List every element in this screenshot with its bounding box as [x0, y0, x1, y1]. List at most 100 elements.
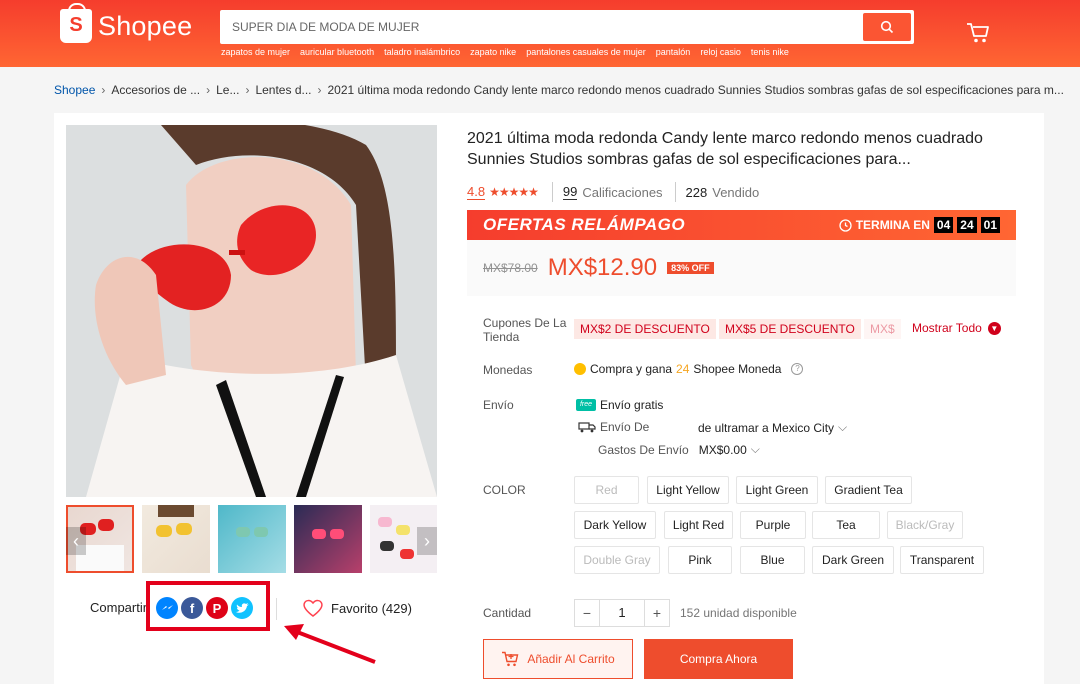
- thumbnail-prev-button[interactable]: ‹: [66, 527, 86, 555]
- color-option[interactable]: Tea: [812, 511, 880, 539]
- color-option[interactable]: Black/Gray: [887, 511, 963, 539]
- suggestion-link[interactable]: taladro inalámbrico: [384, 47, 460, 57]
- chevron-down-icon: ⌵: [838, 420, 848, 434]
- search-icon: [880, 20, 894, 34]
- ship-from: Envío De: [578, 420, 649, 434]
- buy-now-label: Compra Ahora: [679, 652, 758, 666]
- share-divider: [276, 598, 277, 620]
- increase-button[interactable]: +: [645, 600, 669, 626]
- shopee-logo[interactable]: S Shopee: [60, 3, 193, 43]
- add-to-cart-button[interactable]: Añadir Al Carrito: [483, 639, 633, 679]
- suggestion-link[interactable]: zapatos de mujer: [221, 47, 290, 57]
- ship-cost-label: Gastos De Envío: [598, 442, 689, 457]
- add-cart-icon: [502, 651, 519, 667]
- suggestion-link[interactable]: auricular bluetooth: [300, 47, 374, 57]
- chevron-right-icon: ›: [317, 83, 322, 97]
- color-option[interactable]: Light Yellow: [647, 476, 729, 504]
- suggestion-link[interactable]: reloj casio: [700, 47, 741, 57]
- breadcrumb-link[interactable]: Accesorios de ...: [111, 83, 200, 97]
- annotation-arrow: [284, 624, 376, 664]
- coupons-label: Cupones De La Tienda: [483, 316, 567, 344]
- rating-score[interactable]: 4.8: [467, 184, 486, 200]
- color-option[interactable]: Dark Green: [812, 546, 894, 574]
- thumbnail[interactable]: [142, 505, 210, 573]
- suggestion-link[interactable]: pantalones casuales de mujer: [526, 47, 646, 57]
- coupon-badge[interactable]: MX$2 DE DESCUENTO: [574, 319, 716, 339]
- logo-text: Shopee: [98, 10, 193, 41]
- search-suggestions: zapatos de mujer auricular bluetooth tal…: [221, 47, 789, 57]
- star-icons: ★★★★★: [489, 185, 539, 199]
- quantity-label: Cantidad: [483, 606, 532, 620]
- product-main-image[interactable]: [66, 125, 437, 497]
- rating-row: 4.8 ★★★★★ 99 Calificaciones 228 Vendido: [467, 182, 771, 202]
- color-label: COLOR: [483, 483, 526, 497]
- breadcrumb-link[interactable]: Le...: [216, 83, 239, 97]
- color-option[interactable]: Red: [574, 476, 639, 504]
- ratings-label: Calificaciones: [582, 184, 663, 200]
- search-button[interactable]: [863, 13, 911, 41]
- coupon-badge[interactable]: MX$5 DE DESCUENTO: [719, 319, 861, 339]
- stock-available: 152 unidad disponible: [680, 606, 797, 620]
- ship-from-label: Envío De: [600, 420, 650, 434]
- original-price: MX$78.00: [483, 261, 538, 275]
- coupon-badge[interactable]: MX$: [864, 319, 901, 339]
- suggestion-link[interactable]: pantalón: [656, 47, 691, 57]
- product-photo: [66, 125, 437, 497]
- chevron-down-icon: ▼: [987, 321, 1001, 335]
- ratings-count[interactable]: 99: [562, 184, 578, 200]
- ship-cost: Gastos De Envío MX$0.00 ⌵: [598, 442, 760, 457]
- chevron-left-icon: ‹: [73, 531, 79, 551]
- search-input[interactable]: [223, 13, 863, 41]
- heart-icon: [303, 599, 323, 617]
- chevron-right-icon: ›: [424, 531, 430, 551]
- sold-count: 228: [685, 184, 708, 200]
- color-option[interactable]: Transparent: [900, 546, 984, 574]
- ship-cost-value[interactable]: MX$0.00: [699, 443, 747, 457]
- free-shipping-icon: free: [576, 399, 596, 411]
- clock-icon: [839, 218, 852, 232]
- flash-sale-timer: TERMINA EN 04 24 01: [839, 217, 1000, 233]
- thumbnail[interactable]: [218, 505, 286, 573]
- help-icon[interactable]: ?: [791, 363, 804, 375]
- ends-label: TERMINA EN: [855, 218, 930, 232]
- coins-amount: 24: [676, 362, 690, 376]
- product-title: 2021 última moda redonda Candy lente mar…: [467, 130, 983, 168]
- suggestion-link[interactable]: tenis nike: [751, 47, 789, 57]
- timer-seconds: 01: [980, 217, 1000, 233]
- chevron-right-icon: ›: [245, 83, 250, 97]
- breadcrumb-link[interactable]: Lentes d...: [255, 83, 311, 97]
- ship-from-selector[interactable]: de ultramar a Mexico City ⌵: [698, 420, 847, 435]
- cart-button[interactable]: [966, 22, 990, 47]
- color-option[interactable]: Light Red: [664, 511, 733, 539]
- timer-minutes: 24: [957, 217, 977, 233]
- free-shipping-label: Envío gratis: [600, 398, 664, 412]
- show-all-coupons-button[interactable]: Mostrar Todo ▼: [912, 321, 1001, 335]
- decrease-button[interactable]: −: [575, 600, 599, 626]
- color-option[interactable]: Pink: [668, 546, 732, 574]
- coins-prefix: Compra y gana: [590, 362, 673, 376]
- color-option[interactable]: Blue: [740, 546, 805, 574]
- thumbnail-photo: [312, 529, 344, 539]
- quantity-input[interactable]: 1: [599, 600, 645, 626]
- flash-sale-title: OFERTAS RELÁMPAGO: [483, 215, 686, 234]
- buy-now-button[interactable]: Compra Ahora: [644, 639, 793, 679]
- thumbnail-photo: [236, 527, 268, 537]
- color-option[interactable]: Purple: [740, 511, 806, 539]
- add-to-cart-label: Añadir Al Carrito: [527, 652, 615, 666]
- color-option[interactable]: Gradient Tea: [825, 476, 912, 504]
- color-option[interactable]: Light Green: [736, 476, 818, 504]
- free-shipping: free Envío gratis: [576, 398, 663, 412]
- thumbnail[interactable]: [294, 505, 362, 573]
- color-option[interactable]: Double Gray: [574, 546, 660, 574]
- coins-info: Compra y gana 24 Shopee Moneda ?: [574, 362, 804, 376]
- chevron-right-icon: ›: [206, 83, 211, 97]
- chevron-right-icon: ›: [101, 83, 106, 97]
- suggestion-link[interactable]: zapato nike: [470, 47, 516, 57]
- thumbnail-next-button[interactable]: ›: [417, 527, 437, 555]
- breadcrumb: Shopee › Accesorios de ... › Le... › Len…: [54, 83, 1064, 97]
- breadcrumb-link[interactable]: Shopee: [54, 83, 95, 97]
- divider: [674, 182, 676, 202]
- favorite-button[interactable]: Favorito (429): [303, 599, 412, 617]
- color-option[interactable]: Dark Yellow: [574, 511, 656, 539]
- favorite-label: Favorito (429): [331, 600, 412, 616]
